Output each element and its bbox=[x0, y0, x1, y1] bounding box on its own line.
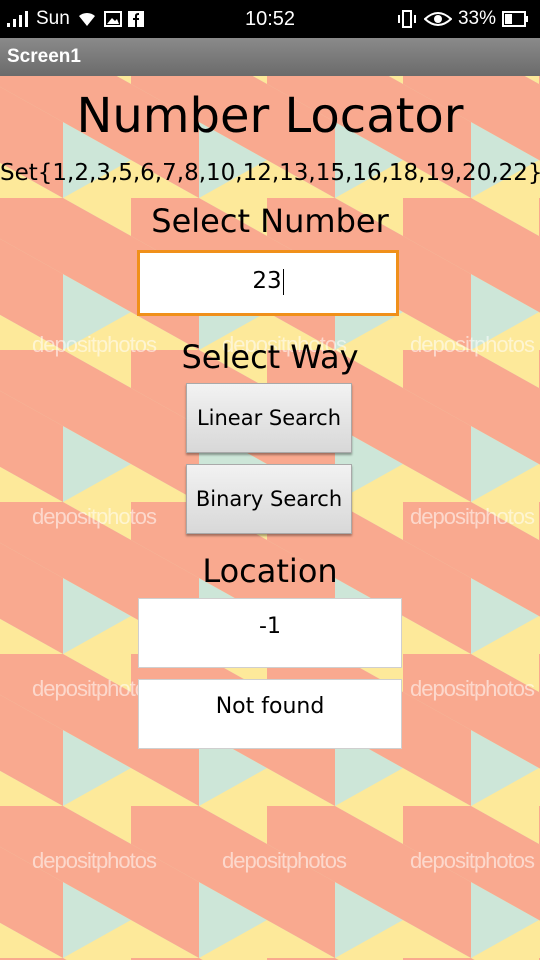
watermark: depositphotos bbox=[32, 848, 157, 873]
battery-percent: 33% bbox=[457, 8, 496, 29]
linear-search-button[interactable]: Linear Search bbox=[186, 383, 352, 453]
vibrate-icon bbox=[396, 9, 418, 29]
battery-icon bbox=[502, 10, 530, 28]
app-title: Number Locator bbox=[76, 88, 464, 144]
result-message-output: Not found bbox=[138, 679, 402, 749]
watermark: depositphotos bbox=[410, 848, 535, 873]
watermark: depositphotos bbox=[222, 848, 347, 873]
number-input[interactable]: 23 bbox=[137, 250, 399, 316]
title-bar: Screen1 bbox=[0, 38, 540, 76]
select-number-label: Select Number bbox=[151, 202, 389, 240]
watermark: depositphotos bbox=[32, 504, 157, 529]
screen-title: Screen1 bbox=[7, 46, 81, 67]
number-input-value: 23 bbox=[252, 268, 282, 294]
location-label: Location bbox=[202, 552, 338, 590]
binary-search-button[interactable]: Binary Search bbox=[186, 464, 352, 534]
watermark: depositphotos bbox=[410, 676, 535, 701]
select-way-label: Select Way bbox=[181, 338, 359, 376]
status-bar: Sun 10:52 33% bbox=[0, 0, 540, 38]
number-set-text: Set{1,2,3,5,6,7,8,10,12,13,15,16,18,19,2… bbox=[0, 160, 540, 186]
text-cursor bbox=[282, 268, 284, 295]
location-output: -1 bbox=[138, 598, 402, 668]
watermark: depositphotos bbox=[410, 504, 535, 529]
eye-icon bbox=[423, 10, 452, 28]
